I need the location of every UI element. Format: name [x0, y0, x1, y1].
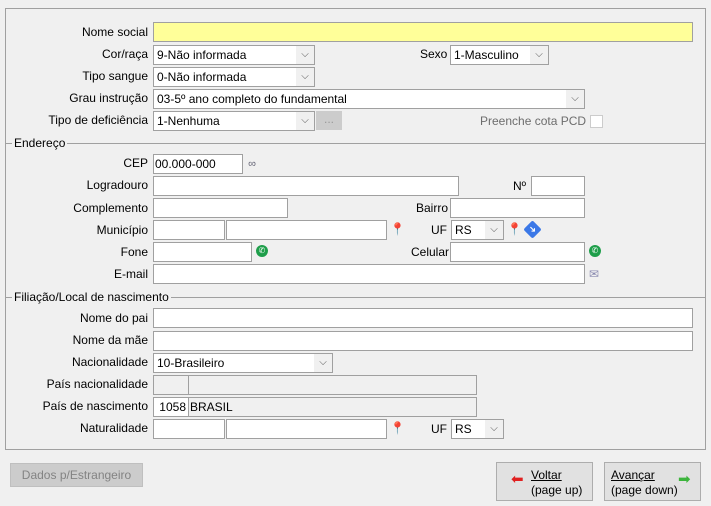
pais-nacionalidade-code: [153, 375, 189, 395]
pais-nascimento-name: BRASIL: [188, 397, 477, 417]
arrow-left-icon: ⬅: [511, 471, 524, 488]
cep-input[interactable]: 00.000-000: [153, 154, 243, 174]
tipo-deficiencia-label: Tipo de deficiência: [48, 113, 148, 127]
cota-pcd-label: Preenche cota PCD: [480, 114, 587, 128]
sexo-label: Sexo: [420, 47, 448, 61]
tipo-sangue-value: 0-Não informada: [157, 70, 247, 84]
naturalidade-uf-select[interactable]: RS ⌵: [451, 419, 504, 439]
numero-label: Nº: [513, 179, 527, 193]
avancar-label: Avançar: [611, 468, 655, 482]
avancar-sub-label: (page down): [611, 483, 678, 497]
sexo-value: 1-Masculino: [454, 48, 519, 62]
chevron-down-icon: ⌵: [296, 68, 314, 86]
logradouro-input[interactable]: [153, 176, 459, 196]
tipo-deficiencia-select[interactable]: 1-Nenhuma ⌵: [153, 111, 315, 131]
uf-value: RS: [455, 223, 472, 237]
nome-mae-input[interactable]: [153, 331, 693, 351]
chevron-down-icon: ⌵: [296, 46, 314, 64]
pais-nascimento-label: País de nascimento: [42, 399, 148, 413]
avancar-button[interactable]: Avançar (page down) ➡: [604, 462, 701, 501]
chevron-down-icon: ⌵: [566, 90, 584, 108]
pais-nascimento-code[interactable]: 1058: [153, 397, 189, 417]
dados-estrangeiro-button[interactable]: Dados p/Estrangeiro: [10, 463, 143, 487]
municipio-code-input[interactable]: [153, 220, 225, 240]
email-input[interactable]: [153, 264, 585, 284]
fone-input[interactable]: [153, 242, 252, 262]
whatsapp-icon[interactable]: ✆: [589, 245, 601, 257]
numero-input[interactable]: [531, 176, 585, 196]
grau-instrucao-label: Grau instrução: [69, 91, 148, 105]
chevron-down-icon: ⌵: [296, 112, 314, 130]
chevron-down-icon: ⌵: [314, 354, 332, 372]
bairro-input[interactable]: [450, 198, 585, 218]
uf-select[interactable]: RS ⌵: [451, 220, 504, 240]
complemento-input[interactable]: [153, 198, 288, 218]
fone-label: Fone: [120, 245, 148, 259]
naturalidade-uf-label: UF: [431, 422, 447, 436]
celular-input[interactable]: [450, 242, 585, 262]
filiacao-title: Filiação/Local de nascimento: [12, 290, 171, 304]
map-pin-icon[interactable]: 📍: [390, 421, 405, 435]
nome-social-input[interactable]: [153, 22, 693, 42]
sexo-select[interactable]: 1-Masculino ⌵: [450, 45, 549, 65]
cep-label: CEP: [123, 156, 148, 170]
naturalidade-code-input[interactable]: [153, 419, 225, 439]
logradouro-label: Logradouro: [86, 178, 148, 192]
nome-pai-label: Nome do pai: [79, 311, 148, 325]
nome-social-label: Nome social: [81, 25, 148, 39]
nacionalidade-value: 10-Brasileiro: [157, 356, 225, 370]
cor-raca-select[interactable]: 9-Não informada ⌵: [153, 45, 315, 65]
nome-mae-label: Nome da mãe: [72, 333, 148, 347]
municipio-label: Município: [96, 223, 148, 237]
uf-label: UF: [431, 223, 447, 237]
whatsapp-icon[interactable]: ✆: [256, 245, 268, 257]
filiacao-group: Filiação/Local de nascimento: [6, 290, 705, 304]
envelope-icon[interactable]: ✉: [587, 267, 601, 281]
endereco-title: Endereço: [12, 136, 68, 150]
chevron-down-icon: ⌵: [485, 221, 503, 239]
binoculars-icon[interactable]: ∞: [245, 157, 259, 171]
voltar-sub-label: (page up): [531, 483, 583, 497]
pais-nacionalidade-label: País nacionalidade: [46, 377, 148, 391]
bairro-label: Bairro: [416, 201, 449, 215]
tipo-sangue-select[interactable]: 0-Não informada ⌵: [153, 67, 315, 87]
nome-pai-input[interactable]: [153, 308, 693, 328]
naturalidade-label: Naturalidade: [79, 421, 148, 435]
tipo-deficiencia-value: 1-Nenhuma: [157, 114, 220, 128]
deficiencia-more-button[interactable]: ...: [316, 111, 342, 130]
celular-label: Celular: [411, 245, 450, 259]
email-label: E-mail: [113, 267, 148, 281]
cor-raca-value: 9-Não informada: [157, 48, 247, 62]
map-pin-icon[interactable]: 📍: [390, 222, 405, 236]
nacionalidade-select[interactable]: 10-Brasileiro ⌵: [153, 353, 333, 373]
voltar-button[interactable]: ⬅ Voltar (page up): [496, 462, 593, 501]
cota-pcd-checkbox[interactable]: [590, 115, 603, 128]
complemento-label: Complemento: [73, 201, 148, 215]
grau-instrucao-select[interactable]: 03-5º ano completo do fundamental ⌵: [153, 89, 585, 109]
tipo-sangue-label: Tipo sangue: [82, 69, 148, 83]
chevron-down-icon: ⌵: [530, 46, 548, 64]
naturalidade-uf-value: RS: [455, 422, 472, 436]
chevron-down-icon: ⌵: [485, 420, 503, 438]
arrow-right-icon: ➡: [678, 471, 691, 488]
endereco-group: Endereço: [6, 136, 705, 150]
municipio-name-input[interactable]: [226, 220, 387, 240]
pais-nacionalidade-name: [188, 375, 477, 395]
voltar-label: Voltar: [531, 468, 562, 482]
map-pin-icon[interactable]: 📍: [507, 222, 522, 236]
nacionalidade-label: Nacionalidade: [71, 355, 148, 369]
naturalidade-name-input[interactable]: [226, 419, 387, 439]
cor-raca-label: Cor/raça: [101, 47, 148, 61]
grau-instrucao-value: 03-5º ano completo do fundamental: [157, 92, 347, 106]
